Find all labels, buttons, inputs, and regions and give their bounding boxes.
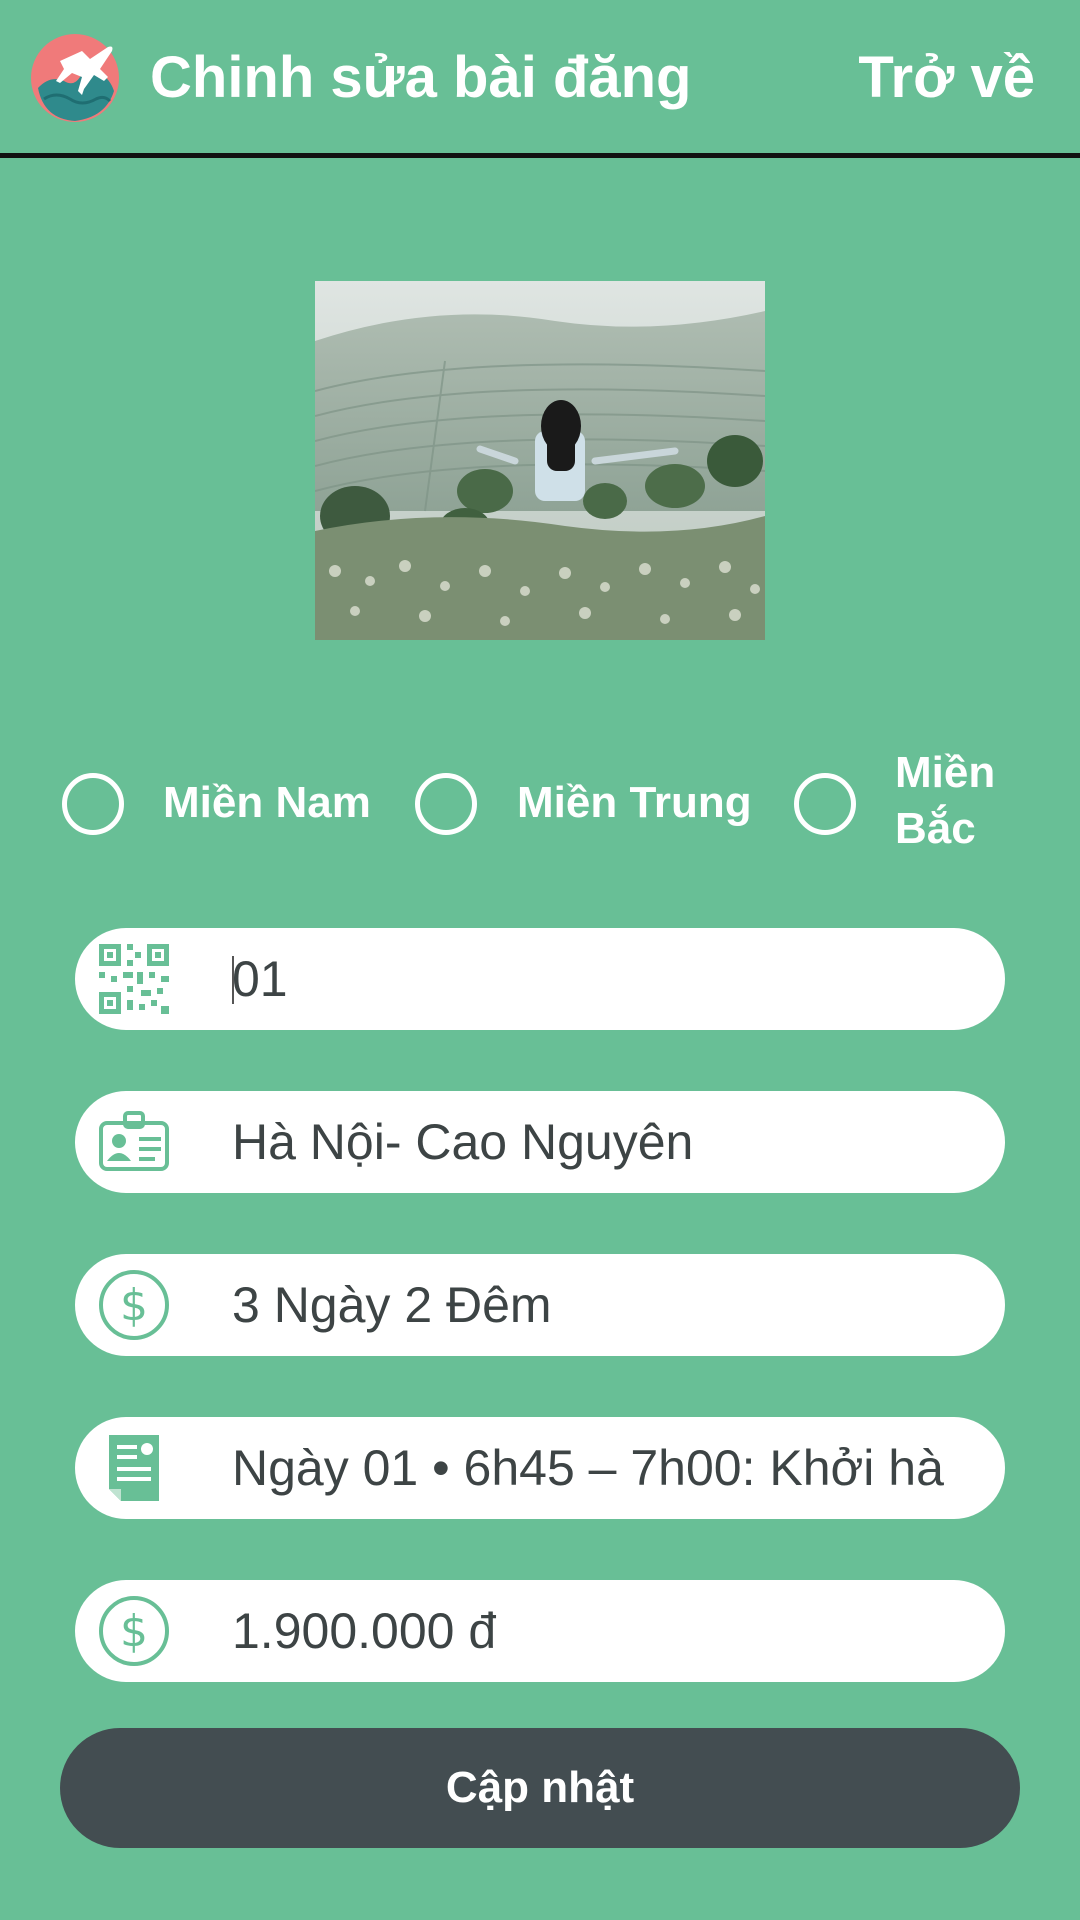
duration-field[interactable]: $ 3 Ngày 2 Đêm [75,1254,1005,1356]
svg-text:$: $ [120,1606,148,1657]
back-button[interactable]: Trở về [858,40,1035,116]
dollar-icon: $ [99,1270,169,1340]
itinerary-field[interactable]: Ngày 01 • 6h45 – 7h00: Khởi hà [75,1417,1005,1519]
code-input[interactable]: 01 [232,928,985,1030]
post-image[interactable] [315,281,765,640]
dollar-icon: $ [99,1596,169,1666]
globe-airplane-icon [31,34,119,122]
radio-mien-trung[interactable] [415,773,477,835]
radio-label-mien-bac[interactable]: Miền Bắc [895,745,995,857]
svg-text:$: $ [120,1280,148,1331]
document-icon [109,1435,159,1501]
qr-code-icon [99,944,169,1014]
route-field[interactable]: Hà Nội- Cao Nguyên [75,1091,1005,1193]
page-title: Chinh sửa bài đăng [150,45,692,110]
update-button[interactable]: Cập nhật [60,1728,1020,1848]
itinerary-input[interactable]: Ngày 01 • 6h45 – 7h00: Khởi hà [232,1417,985,1519]
duration-input[interactable]: 3 Ngày 2 Đêm [232,1254,985,1356]
radio-mien-nam[interactable] [62,773,124,835]
price-input[interactable]: 1.900.000 đ [232,1580,985,1682]
route-input[interactable]: Hà Nội- Cao Nguyên [232,1091,985,1193]
app-bar: Chinh sửa bài đăng Trở về [0,0,1080,158]
radio-label-mien-nam[interactable]: Miền Nam [163,775,371,831]
region-radio-group: Miền Nam Miền Trung Miền Bắc [0,745,1080,875]
code-field[interactable]: 01 [75,928,1005,1030]
id-card-icon [99,1111,169,1171]
radio-label-mien-trung[interactable]: Miền Trung [517,775,752,831]
price-field[interactable]: $ 1.900.000 đ [75,1580,1005,1682]
radio-mien-bac[interactable] [794,773,856,835]
